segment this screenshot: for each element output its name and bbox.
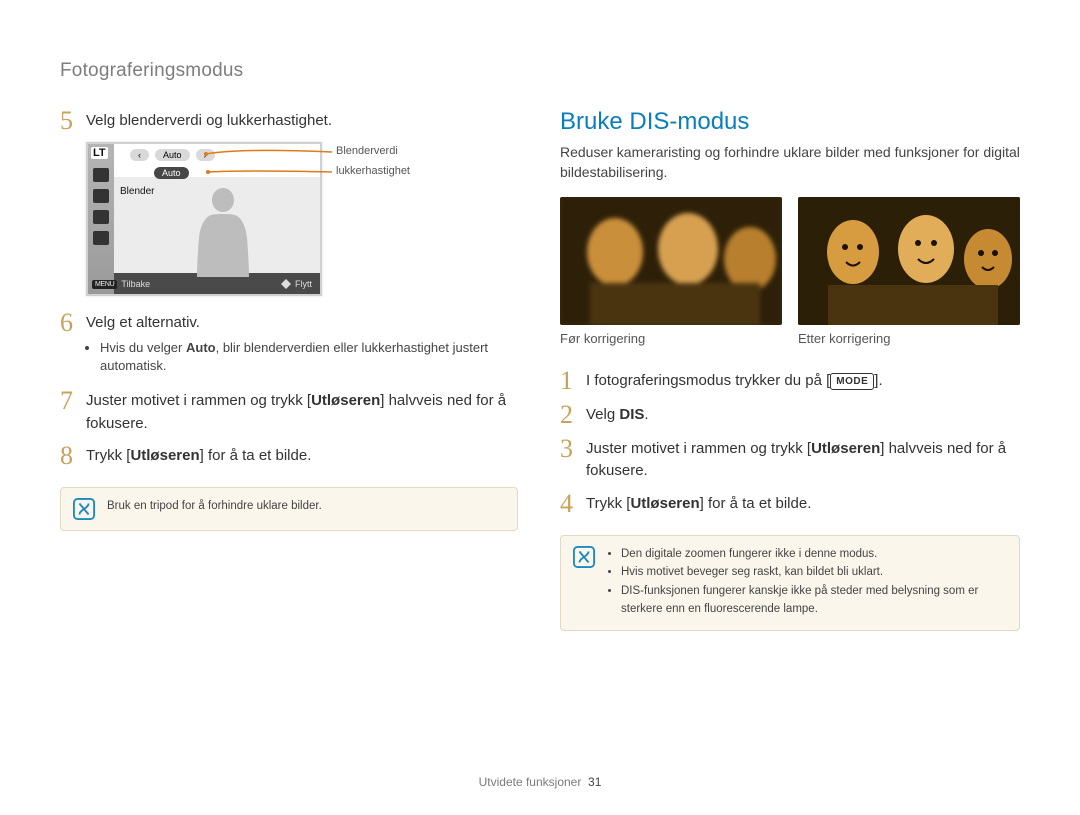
- tip-box: Den digitale zoomen fungerer ikke i denn…: [560, 535, 1020, 631]
- step-text: Juster motivet i rammen og trykk [Utløse…: [86, 388, 518, 435]
- mode-button-icon: MODE: [830, 373, 874, 390]
- step-number: 7: [60, 388, 86, 414]
- step-4: 4 Trykk [Utløseren] for å ta et bilde.: [560, 491, 1020, 517]
- photo-after: [798, 197, 1020, 325]
- info-icon: [573, 546, 595, 568]
- breadcrumb: Fotograferingsmodus: [60, 60, 1020, 82]
- photo-before: [560, 197, 782, 325]
- step-number: 3: [560, 436, 586, 462]
- page: Fotograferingsmodus 5 Velg blenderverdi …: [0, 0, 1080, 815]
- section-intro: Reduser kameraristing og forhindre uklar…: [560, 142, 1020, 183]
- section-title: Bruke DIS-modus: [560, 108, 1020, 136]
- step-6-text: Velg et alternativ.: [86, 314, 200, 331]
- right-column: Bruke DIS-modus Reduser kameraristing og…: [560, 108, 1020, 631]
- step-5: 5 Velg blenderverdi og lukkerhastighet.: [60, 108, 518, 134]
- comparison-photos: [560, 197, 1020, 325]
- step-3: 3 Juster motivet i rammen og trykk [Utlø…: [560, 436, 1020, 483]
- step-number: 5: [60, 108, 86, 134]
- step-text: Juster motivet i rammen og trykk [Utløse…: [586, 436, 1020, 483]
- step-2: 2 Velg DIS.: [560, 402, 1020, 428]
- photo-captions: Før korrigering Etter korrigering: [560, 331, 1020, 346]
- tip-box: Bruk en tripod for å forhindre uklare bi…: [60, 487, 518, 531]
- step-text: Velg DIS.: [586, 402, 649, 427]
- step-number: 6: [60, 310, 86, 336]
- tip-bullet: Hvis motivet beveger seg raskt, kan bild…: [621, 564, 1007, 582]
- step-number: 8: [60, 443, 86, 469]
- step-text: Velg blenderverdi og lukkerhastighet.: [86, 108, 332, 133]
- step-text: Trykk [Utløseren] for å ta et bilde.: [586, 491, 811, 516]
- tip-text: Den digitale zoomen fungerer ikke i denn…: [607, 546, 1007, 620]
- caption-after: Etter korrigering: [798, 331, 1020, 346]
- page-footer: Utvidete funksjoner 31: [0, 775, 1080, 789]
- step-text: I fotograferingsmodus trykker du på [MOD…: [586, 368, 883, 393]
- two-column-layout: 5 Velg blenderverdi og lukkerhastighet. …: [60, 108, 1020, 631]
- info-icon: [73, 498, 95, 520]
- camera-lcd: LT ‹ Auto › Auto: [86, 142, 322, 296]
- step-8: 8 Trykk [Utløseren] for å ta et bilde.: [60, 443, 518, 469]
- step-text: Trykk [Utløseren] for å ta et bilde.: [86, 443, 311, 468]
- step-6-bullet: Hvis du velger Auto, blir blenderverdien…: [100, 339, 518, 377]
- caption-before: Før korrigering: [560, 331, 782, 346]
- camera-lcd-figure: LT ‹ Auto › Auto: [86, 142, 518, 296]
- page-number: 31: [588, 775, 601, 789]
- step-7: 7 Juster motivet i rammen og trykk [Utlø…: [60, 388, 518, 435]
- step-number: 1: [560, 368, 586, 394]
- step-number: 2: [560, 402, 586, 428]
- step-6: 6 Velg et alternativ. Hvis du velger Aut…: [60, 310, 518, 380]
- step-number: 4: [560, 491, 586, 517]
- step-1: 1 I fotograferingsmodus trykker du på [M…: [560, 368, 1020, 394]
- footer-section: Utvidete funksjoner: [479, 775, 582, 789]
- step-text: Velg et alternativ. Hvis du velger Auto,…: [86, 310, 518, 380]
- tip-bullet: Den digitale zoomen fungerer ikke i denn…: [621, 546, 1007, 564]
- tip-text: Bruk en tripod for å forhindre uklare bi…: [107, 498, 322, 516]
- left-column: 5 Velg blenderverdi og lukkerhastighet. …: [60, 108, 518, 631]
- tip-bullet: DIS-funksjonen fungerer kanskje ikke på …: [621, 583, 1007, 619]
- callout-lines: [88, 144, 348, 294]
